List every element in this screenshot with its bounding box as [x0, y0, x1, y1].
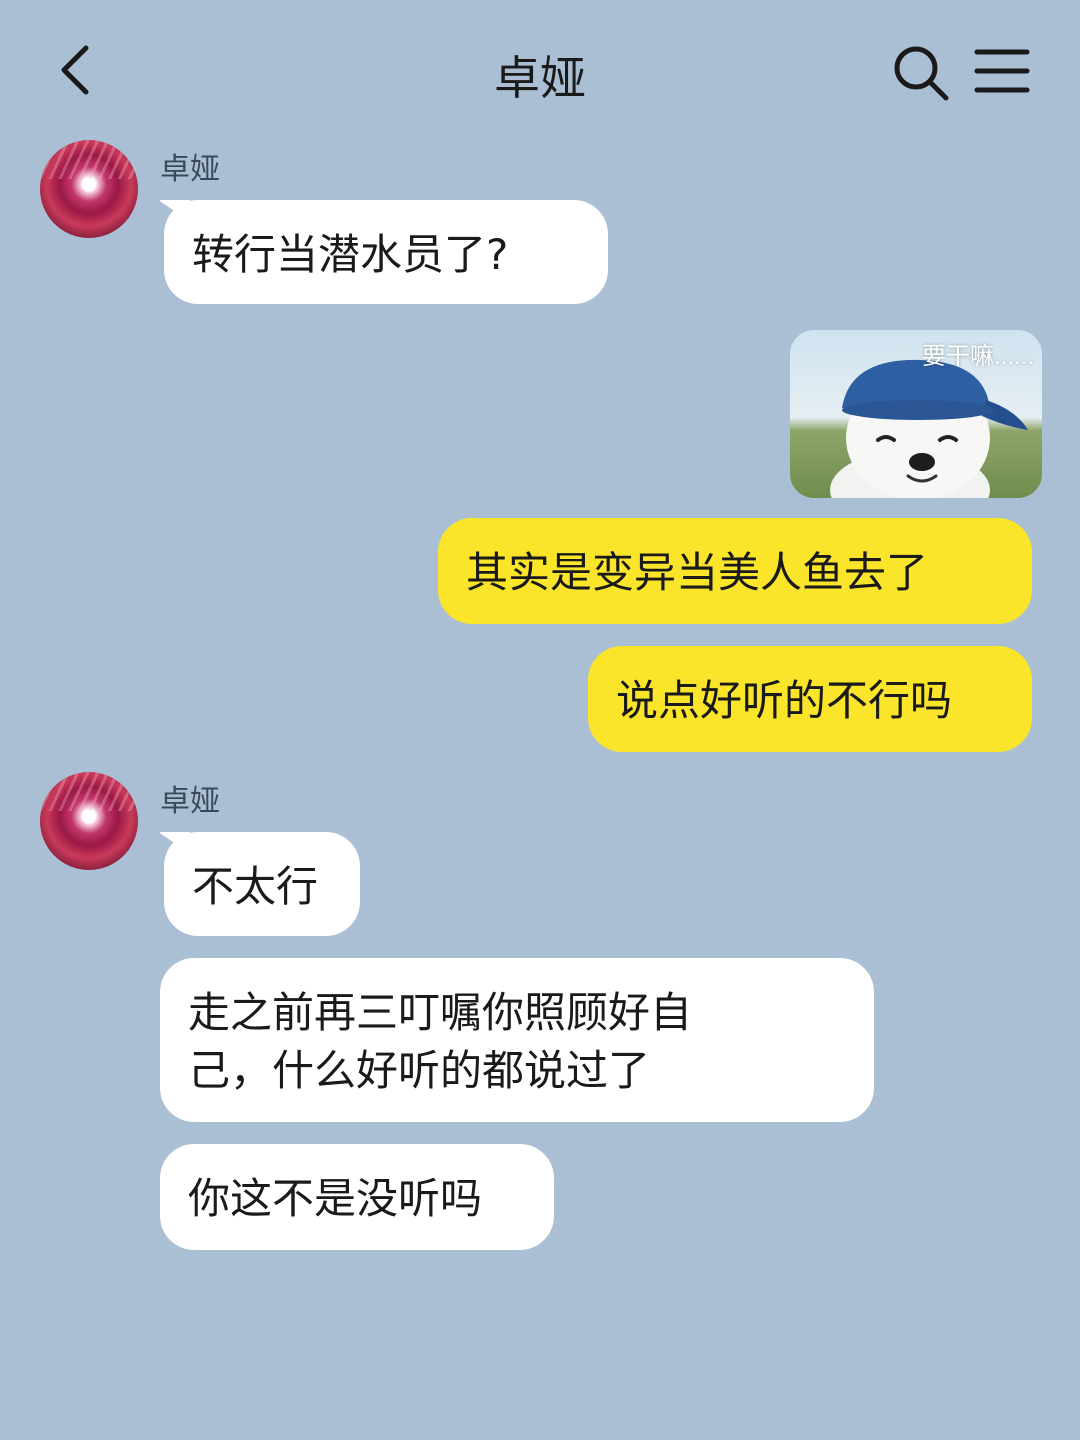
- message-bubble-outgoing[interactable]: 其实是变异当美人鱼去了: [438, 518, 1032, 624]
- sticker-caption: 要干嘛......: [921, 343, 1034, 370]
- message-bubble-incoming[interactable]: 走之前再三叮嘱你照顾好自 己，什么好听的都说过了: [160, 958, 874, 1122]
- contact-avatar[interactable]: [40, 772, 138, 870]
- hamburger-menu-icon: [974, 49, 1030, 93]
- message-bubble-incoming[interactable]: 转行当潜水员了?: [164, 200, 608, 304]
- sender-name: 卓娅: [160, 784, 220, 819]
- contact-avatar[interactable]: [40, 140, 138, 238]
- message-bubble-outgoing[interactable]: 说点好听的不行吗: [588, 646, 1032, 752]
- menu-button[interactable]: [972, 44, 1032, 100]
- top-bar: 卓娅: [0, 0, 1080, 140]
- sticker-message[interactable]: 要干嘛......: [790, 330, 1042, 498]
- search-button[interactable]: [890, 42, 952, 104]
- sender-name: 卓娅: [160, 152, 220, 187]
- search-icon: [894, 46, 949, 101]
- message-bubble-incoming[interactable]: 你这不是没听吗: [160, 1144, 554, 1250]
- message-bubble-incoming[interactable]: 不太行: [164, 832, 360, 936]
